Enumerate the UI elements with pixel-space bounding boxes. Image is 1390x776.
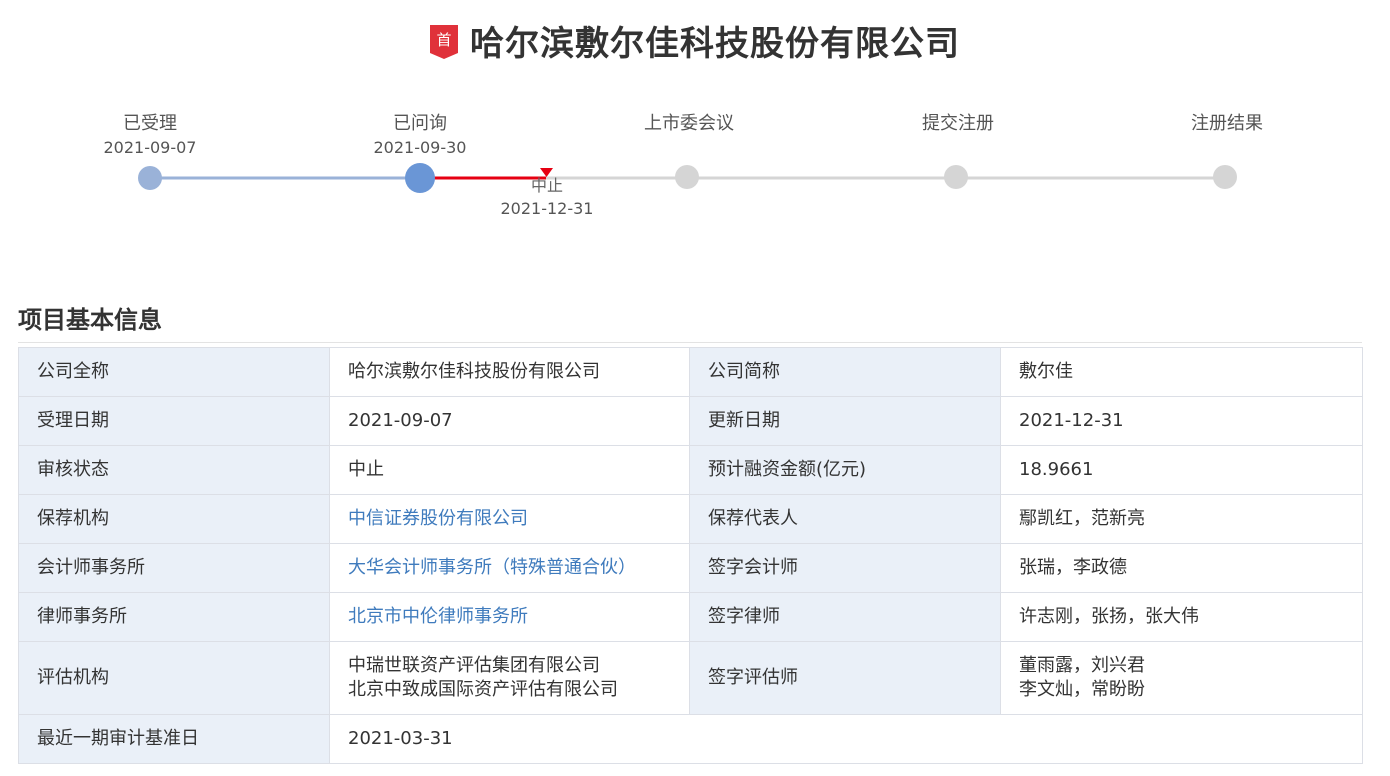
node-registration-result — [1213, 165, 1237, 189]
value-signing-appraisers: 董雨露，刘兴君 李文灿，常盼盼 — [1000, 641, 1363, 715]
node-registration — [944, 165, 968, 189]
halt-event: 中止 2021-12-31 — [467, 176, 627, 219]
stage-registration: 提交注册 — [878, 113, 1038, 135]
appraisers-line-2: 李文灿，常盼盼 — [1019, 679, 1145, 700]
value-sponsor-reps: 鄢凯红，范新亮 — [1000, 494, 1363, 544]
label-audit-base-date: 最近一期审计基准日 — [18, 714, 330, 764]
value-company-full-name: 哈尔滨敷尔佳科技股份有限公司 — [329, 347, 690, 397]
label-signing-lawyers: 签字律师 — [689, 592, 1001, 642]
label-sponsor-reps: 保荐代表人 — [689, 494, 1001, 544]
section-divider — [18, 342, 1362, 343]
node-inquired — [405, 163, 435, 193]
value-signing-lawyers: 许志刚，张扬，张大伟 — [1000, 592, 1363, 642]
table-row: 会计师事务所 大华会计师事务所（特殊普通合伙） 签字会计师 张瑞，李政德 — [18, 543, 1363, 593]
table-row: 最近一期审计基准日 2021-03-31 — [18, 714, 1363, 764]
value-audit-base-date: 2021-03-31 — [329, 714, 1363, 764]
project-info-table: 公司全称 哈尔滨敷尔佳科技股份有限公司 公司简称 敷尔佳 受理日期 2021-0… — [18, 347, 1363, 764]
label-sponsor: 保荐机构 — [18, 494, 330, 544]
label-review-status: 审核状态 — [18, 445, 330, 495]
stage-name: 已受理 — [123, 113, 177, 134]
stage-inquired: 已问询 2021-09-30 — [340, 113, 500, 158]
label-financing-amount: 预计融资金额(亿元) — [689, 445, 1001, 495]
stage-listing-committee: 上市委会议 — [609, 113, 769, 135]
label-appraisal-firm: 评估机构 — [18, 641, 330, 715]
label-accounting-firm: 会计师事务所 — [18, 543, 330, 593]
label-law-firm: 律师事务所 — [18, 592, 330, 642]
value-law-firm-cell: 北京市中伦律师事务所 — [329, 592, 690, 642]
label-signing-accountants: 签字会计师 — [689, 543, 1001, 593]
appraisal-firm-1: 中瑞世联资产评估集团有限公司 — [348, 655, 600, 676]
halt-date: 2021-12-31 — [500, 199, 594, 218]
value-company-short-name: 敷尔佳 — [1000, 347, 1363, 397]
table-row: 审核状态 中止 预计融资金额(亿元) 18.9661 — [18, 445, 1363, 495]
table-row: 律师事务所 北京市中伦律师事务所 签字律师 许志刚，张扬，张大伟 — [18, 592, 1363, 642]
value-signing-accountants: 张瑞，李政德 — [1000, 543, 1363, 593]
value-accept-date: 2021-09-07 — [329, 396, 690, 446]
node-accepted — [138, 166, 162, 190]
section-title: 项目基本信息 — [18, 306, 162, 334]
sponsor-link[interactable]: 中信证券股份有限公司 — [348, 508, 528, 529]
accounting-firm-link[interactable]: 大华会计师事务所（特殊普通合伙） — [348, 557, 636, 578]
stage-date: 2021-09-07 — [103, 138, 197, 157]
label-company-short-name: 公司简称 — [689, 347, 1001, 397]
label-update-date: 更新日期 — [689, 396, 1001, 446]
value-review-status: 中止 — [329, 445, 690, 495]
value-accounting-firm-cell: 大华会计师事务所（特殊普通合伙） — [329, 543, 690, 593]
appraisal-firm-2: 北京中致成国际资产评估有限公司 — [348, 679, 618, 700]
table-row: 评估机构 中瑞世联资产评估集团有限公司 北京中致成国际资产评估有限公司 签字评估… — [18, 641, 1363, 715]
label-company-full-name: 公司全称 — [18, 347, 330, 397]
review-timeline: 已受理 2021-09-07 已问询 2021-09-30 上市委会议 提交注册… — [0, 0, 1390, 240]
value-update-date: 2021-12-31 — [1000, 396, 1363, 446]
stage-name: 已问询 — [393, 113, 447, 134]
stage-registration-result: 注册结果 — [1147, 113, 1307, 135]
label-signing-appraisers: 签字评估师 — [689, 641, 1001, 715]
stage-name: 注册结果 — [1191, 113, 1263, 134]
stage-name: 上市委会议 — [644, 113, 734, 134]
node-listing-committee — [675, 165, 699, 189]
value-sponsor-cell: 中信证券股份有限公司 — [329, 494, 690, 544]
stage-date: 2021-09-30 — [373, 138, 467, 157]
value-financing-amount: 18.9661 — [1000, 445, 1363, 495]
table-row: 受理日期 2021-09-07 更新日期 2021-12-31 — [18, 396, 1363, 446]
value-appraisal-firms: 中瑞世联资产评估集团有限公司 北京中致成国际资产评估有限公司 — [329, 641, 690, 715]
halt-label: 中止 — [530, 176, 563, 195]
appraisers-line-1: 董雨露，刘兴君 — [1019, 655, 1145, 676]
table-row: 公司全称 哈尔滨敷尔佳科技股份有限公司 公司简称 敷尔佳 — [18, 347, 1363, 397]
stage-accepted: 已受理 2021-09-07 — [70, 113, 230, 158]
table-row: 保荐机构 中信证券股份有限公司 保荐代表人 鄢凯红，范新亮 — [18, 494, 1363, 544]
law-firm-link[interactable]: 北京市中伦律师事务所 — [348, 606, 528, 627]
stage-name: 提交注册 — [922, 113, 994, 134]
label-accept-date: 受理日期 — [18, 396, 330, 446]
